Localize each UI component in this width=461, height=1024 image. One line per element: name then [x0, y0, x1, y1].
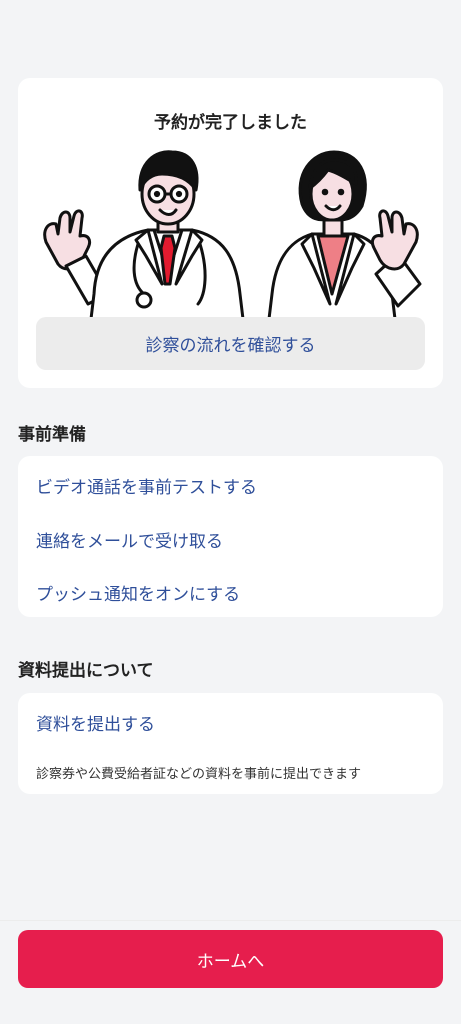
- documents-heading: 資料提出について: [18, 661, 154, 681]
- preparation-heading: 事前準備: [18, 425, 86, 445]
- home-button[interactable]: ホームへ: [18, 930, 443, 988]
- documents-card: 資料を提出する 診察券や公費受給者証などの資料を事前に提出できます: [18, 693, 443, 794]
- female-doctor-figure: [264, 150, 422, 346]
- male-doctor-figure: [43, 150, 248, 346]
- check-consultation-flow-button[interactable]: 診察の流れを確認する: [36, 317, 425, 370]
- push-notification-link[interactable]: プッシュ通知をオンにする: [36, 580, 240, 605]
- reservation-complete-card: 予約が完了しました 診察の流れを確認する: [18, 78, 443, 388]
- documents-description: 診察券や公費受給者証などの資料を事前に提出できます: [36, 767, 362, 782]
- submit-documents-link[interactable]: 資料を提出する: [36, 710, 155, 735]
- email-contact-link[interactable]: 連絡をメールで受け取る: [36, 527, 223, 552]
- page-title: 予約が完了しました: [154, 113, 307, 133]
- video-call-test-link[interactable]: ビデオ通話を事前テストする: [36, 473, 257, 498]
- preparation-card: ビデオ通話を事前テストする 連絡をメールで受け取る プッシュ通知をオンにする: [18, 456, 443, 617]
